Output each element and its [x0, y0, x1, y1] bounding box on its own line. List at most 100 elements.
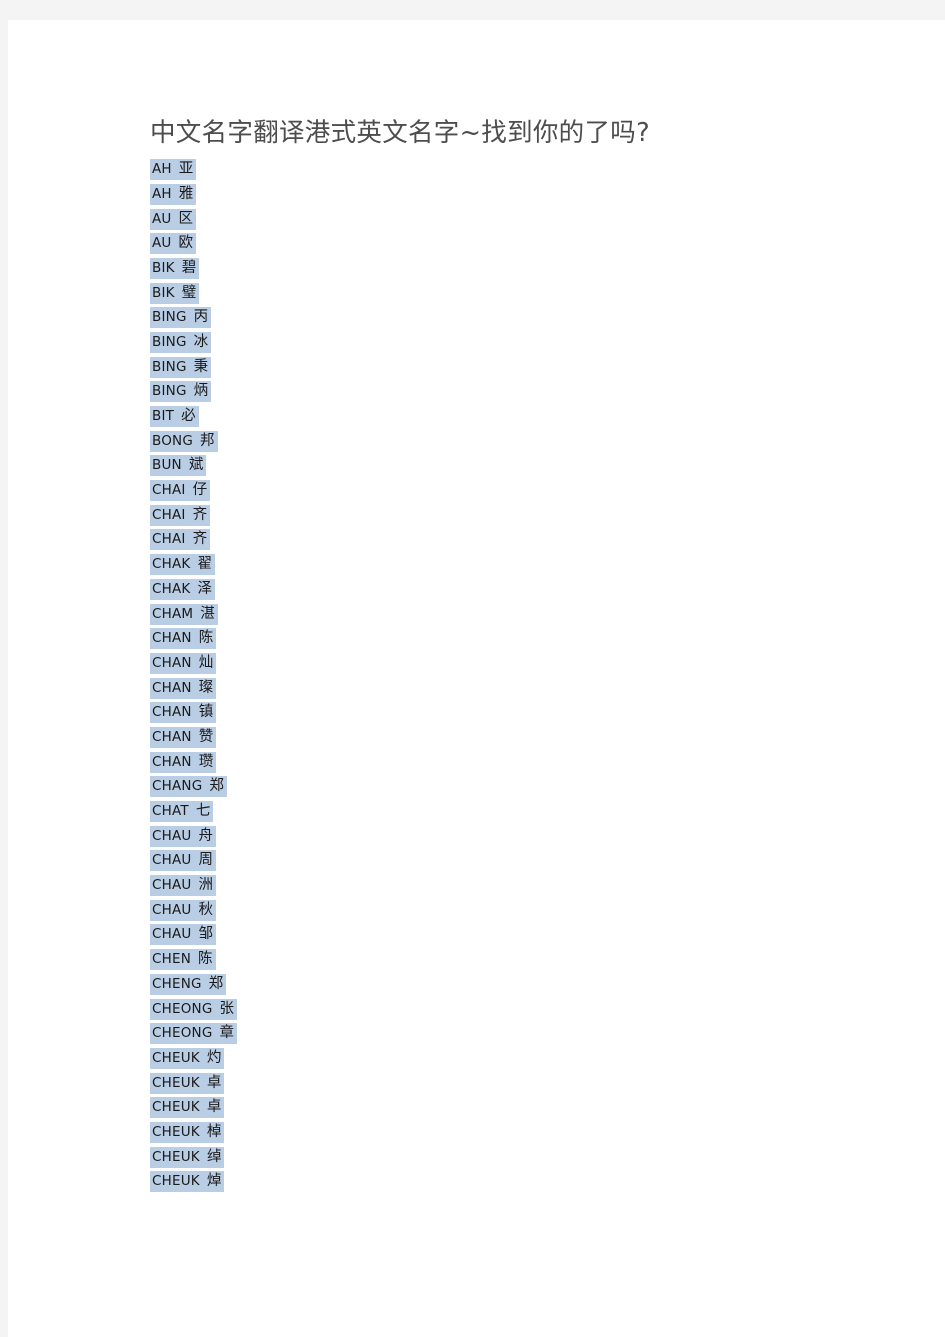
romanized-name: CHAU — [152, 901, 192, 918]
name-entry-highlight: CHAN 赞 — [150, 726, 217, 748]
document-page: 中文名字翻译港式英文名字~找到你的了吗? AH 亚 AH 雅 AU 区 AU 欧 BIK 碧 BIK… — [8, 20, 945, 1337]
chinese-character: 斌 — [188, 457, 204, 474]
list-item: CHAI 仔 — [150, 479, 850, 504]
chinese-character: 璧 — [181, 284, 197, 301]
list-item: CHAU 舟 — [150, 824, 850, 849]
romanized-name: CHAU — [152, 926, 192, 943]
romanized-name: BING — [152, 358, 187, 375]
romanized-name: CHEONG — [152, 1000, 213, 1017]
chinese-character: 齐 — [192, 506, 208, 523]
document-content: 中文名字翻译港式英文名字~找到你的了吗? AH 亚 AH 雅 AU 区 AU 欧 BIK 碧 BIK… — [150, 118, 850, 1195]
list-item: CHAU 邹 — [150, 923, 850, 948]
chinese-character: 邹 — [198, 926, 214, 943]
name-entry-highlight: BIK 碧 — [150, 257, 200, 279]
chinese-character: 周 — [198, 852, 214, 869]
romanized-name: CHAN — [152, 679, 192, 696]
chinese-character: 洲 — [198, 877, 214, 894]
romanized-name: CHEUK — [152, 1049, 200, 1066]
chinese-character: 陈 — [198, 630, 214, 647]
name-entry-highlight: CHAN 灿 — [150, 652, 217, 674]
list-item: CHAI 齐 — [150, 504, 850, 529]
romanized-name: AH — [152, 185, 172, 202]
chinese-character: 秉 — [193, 358, 209, 375]
list-item: CHEUK 灼 — [150, 1047, 850, 1072]
name-entry-highlight: CHAK 泽 — [150, 578, 215, 600]
name-entry-highlight: CHEUK 绰 — [150, 1146, 225, 1168]
list-item: BING 炳 — [150, 380, 850, 405]
romanized-name: BIK — [152, 284, 175, 301]
romanized-name: BIT — [152, 408, 175, 425]
list-item: BIK 碧 — [150, 257, 850, 282]
chinese-character: 欧 — [178, 235, 194, 252]
list-item: AU 区 — [150, 207, 850, 232]
chinese-character: 赞 — [198, 728, 214, 745]
romanized-name: CHAT — [152, 803, 189, 820]
name-entry-highlight: CHEN 陈 — [150, 949, 216, 971]
list-item: CHAU 洲 — [150, 874, 850, 899]
list-item: CHAN 灿 — [150, 652, 850, 677]
name-entry-highlight: CHAI 仔 — [150, 480, 211, 502]
list-item: AU 欧 — [150, 232, 850, 257]
name-entry-highlight: CHAU 邹 — [150, 924, 216, 946]
romanized-name: AH — [152, 161, 172, 178]
chinese-character: 冰 — [193, 333, 209, 350]
chinese-character: 炳 — [193, 383, 209, 400]
chinese-character: 镇 — [198, 704, 214, 721]
chinese-character: 七 — [195, 803, 211, 820]
romanized-name: CHAU — [152, 877, 192, 894]
name-entry-highlight: BING 秉 — [150, 356, 212, 378]
chinese-character: 齐 — [192, 531, 208, 548]
name-entry-highlight: CHEONG 张 — [150, 998, 237, 1020]
romanized-name: BING — [152, 309, 187, 326]
chinese-character: 瓒 — [198, 753, 214, 770]
list-item: CHANG 郑 — [150, 775, 850, 800]
name-entry-highlight: CHEUK 棹 — [150, 1121, 225, 1143]
chinese-character: 仔 — [192, 482, 208, 499]
chinese-character: 棹 — [206, 1123, 222, 1140]
romanized-name: CHAK — [152, 580, 191, 597]
name-entry-highlight: AH 雅 — [150, 183, 197, 205]
chinese-character: 舟 — [198, 827, 214, 844]
list-item: CHENG 郑 — [150, 973, 850, 998]
romanized-name: CHENG — [152, 975, 202, 992]
name-entry-highlight: CHAT 七 — [150, 801, 214, 823]
list-item: CHEUK 卓 — [150, 1071, 850, 1096]
romanized-name: CHEUK — [152, 1123, 200, 1140]
chinese-character: 卓 — [206, 1074, 222, 1091]
list-item: CHAI 齐 — [150, 528, 850, 553]
name-entry-highlight: AH 亚 — [150, 159, 197, 181]
name-entry-highlight: CHAM 湛 — [150, 603, 218, 625]
name-entry-highlight: BIT 必 — [150, 406, 199, 428]
romanized-name: CHEUK — [152, 1148, 200, 1165]
romanized-name: CHAU — [152, 827, 192, 844]
name-entry-highlight: BING 丙 — [150, 307, 212, 329]
romanized-name: BING — [152, 383, 187, 400]
list-item: BING 丙 — [150, 306, 850, 331]
name-entry-highlight: AU 欧 — [150, 233, 197, 255]
name-entry-highlight: CHAU 秋 — [150, 899, 216, 921]
romanized-name: CHEUK — [152, 1173, 200, 1190]
name-translation-list: AH 亚 AH 雅 AU 区 AU 欧 BIK 碧 BIK 璧 BING 丙 BING 冰 BING 秉 BING 炳… — [150, 158, 850, 1195]
romanized-name: CHAU — [152, 852, 192, 869]
chinese-character: 郑 — [209, 778, 224, 795]
list-item: CHAN 璨 — [150, 676, 850, 701]
list-item: CHAK 泽 — [150, 578, 850, 603]
romanized-name: CHEUK — [152, 1074, 200, 1091]
name-entry-highlight: CHAN 璨 — [150, 677, 217, 699]
list-item: CHAU 秋 — [150, 899, 850, 924]
name-entry-highlight: BING 冰 — [150, 331, 212, 353]
name-entry-highlight: CHAU 洲 — [150, 875, 216, 897]
chinese-character: 翟 — [197, 556, 212, 573]
list-item: AH 亚 — [150, 158, 850, 183]
list-item: BIT 必 — [150, 405, 850, 430]
list-item: BUN 斌 — [150, 454, 850, 479]
romanized-name: CHAK — [152, 556, 191, 573]
name-entry-highlight: CHAN 镇 — [150, 702, 217, 724]
list-item: AH 雅 — [150, 183, 850, 208]
romanized-name: BIK — [152, 259, 175, 276]
name-entry-highlight: CHAK 翟 — [150, 554, 215, 576]
name-entry-highlight: CHEUK 卓 — [150, 1072, 225, 1094]
list-item: CHAT 七 — [150, 800, 850, 825]
romanized-name: CHANG — [152, 778, 203, 795]
romanized-name: BUN — [152, 457, 182, 474]
